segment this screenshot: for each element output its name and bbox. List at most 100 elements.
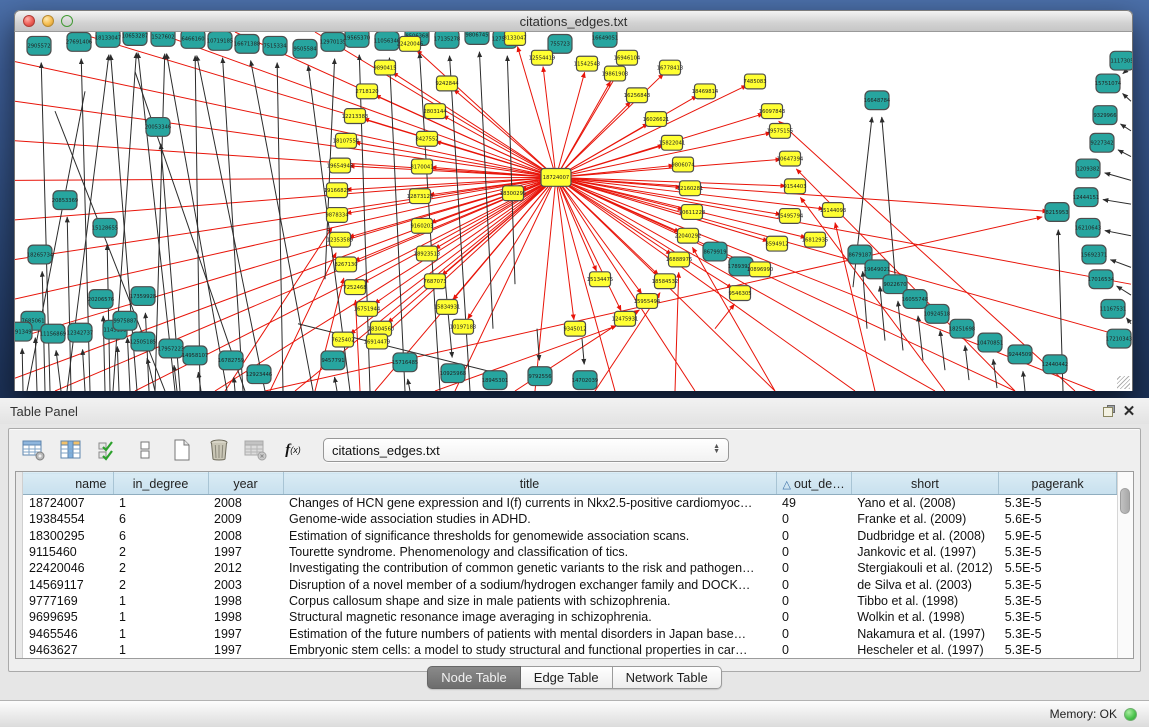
graph-node[interactable]: 16097843	[759, 104, 785, 119]
graph-node[interactable]: 9329966	[1093, 106, 1117, 125]
graph-node[interactable]: 20206576	[88, 290, 114, 309]
table-cell[interactable]: 5.3E-5	[999, 625, 1117, 641]
graph-node[interactable]: 16055748	[902, 290, 928, 309]
network-canvas[interactable]: 2905572276914061813304710653287152760264…	[14, 32, 1133, 391]
table-cell[interactable]: 18724007	[23, 495, 113, 512]
graph-node[interactable]: 1117305	[1110, 51, 1132, 70]
graph-node[interactable]: 1527602	[151, 32, 175, 46]
graph-node[interactable]: 7625402	[331, 332, 354, 347]
table-selector-dropdown[interactable]: citations_edges.txt ▲▼	[323, 438, 729, 462]
function-builder-icon[interactable]: f(x)	[280, 437, 306, 463]
table-cell[interactable]: 0	[776, 576, 851, 592]
graph-node[interactable]: 18265734	[27, 245, 53, 264]
graph-node[interactable]: 15692371	[1081, 245, 1107, 264]
graph-node[interactable]: 2718120	[355, 84, 378, 99]
graph-node[interactable]: 7687073	[423, 274, 446, 289]
graph-node[interactable]: 16026621	[643, 112, 669, 127]
tab-edge-table[interactable]: Edge Table	[521, 666, 613, 689]
graph-node[interactable]: 18469814	[692, 84, 718, 99]
delete-columns-icon[interactable]	[243, 437, 269, 463]
graph-node[interactable]: 15144093	[820, 203, 846, 218]
graph-node[interactable]: 15751074	[1095, 74, 1121, 93]
graph-node[interactable]: 9806074	[671, 157, 694, 172]
graph-node[interactable]: 15822041	[659, 135, 685, 150]
row-height-icon[interactable]	[132, 437, 158, 463]
graph-node[interactable]: 9806745	[465, 32, 489, 44]
table-cell[interactable]: Franke et al. (2009)	[851, 511, 999, 527]
graph-node[interactable]: 22040292	[675, 228, 701, 243]
graph-node[interactable]: 10470851	[977, 333, 1003, 352]
graph-node[interactable]: 12923446	[246, 365, 272, 384]
graph-node[interactable]: 11542543	[574, 56, 600, 71]
graph-node[interactable]: 9878334	[325, 208, 348, 223]
table-cell[interactable]: 18300295	[23, 528, 113, 544]
graph-node[interactable]: 19861903	[602, 66, 628, 81]
graph-node[interactable]: 19166825	[324, 183, 350, 198]
graph-node[interactable]: 10197183	[450, 319, 476, 334]
graph-node[interactable]: 18300295	[500, 186, 526, 201]
graph-node[interactable]: 7485083	[743, 74, 766, 89]
graph-node[interactable]: 9022670	[883, 275, 907, 294]
graph-node[interactable]: 8133047	[503, 32, 526, 45]
table-cell[interactable]: Yano et al. (2008)	[851, 495, 999, 512]
graph-node[interactable]: 8594912	[765, 236, 788, 251]
graph-node[interactable]: 12353589	[327, 232, 353, 247]
table-row[interactable]: 946554611997Estimation of the future num…	[23, 625, 1117, 641]
new-table-icon[interactable]	[169, 437, 195, 463]
column-header-in-degree[interactable]: in_degree	[113, 473, 208, 495]
minimize-window-button[interactable]	[42, 15, 54, 27]
table-row[interactable]: 1456911722003Disruption of a novel membe…	[23, 576, 1117, 592]
graph-node[interactable]: 9154403	[783, 179, 806, 194]
table-cell[interactable]: 0	[776, 560, 851, 576]
graph-node[interactable]: 16782759	[218, 351, 244, 370]
graph-node[interactable]: 9890415	[373, 60, 396, 75]
graph-node[interactable]: 8170041	[410, 159, 433, 174]
table-cell[interactable]: 0	[776, 625, 851, 641]
graph-node[interactable]: 9546305	[728, 286, 751, 301]
graph-node[interactable]: 12554419	[529, 50, 555, 65]
graph-node[interactable]: 9244509	[1008, 345, 1032, 364]
table-cell[interactable]: 1	[113, 642, 208, 658]
graph-node[interactable]: 10647394	[777, 151, 803, 166]
select-rows-icon[interactable]	[95, 437, 121, 463]
table-cell[interactable]: 5.6E-5	[999, 511, 1117, 527]
close-window-button[interactable]	[23, 15, 35, 27]
graph-node[interactable]: 10653287	[122, 32, 148, 45]
table-options-icon[interactable]	[21, 437, 47, 463]
table-cell[interactable]: Embryonic stem cells: a model to study s…	[283, 642, 776, 658]
graph-node[interactable]: 12440442	[1042, 355, 1068, 374]
graph-node[interactable]: 12444151	[1073, 188, 1099, 207]
graph-node[interactable]: 2391349	[15, 322, 32, 341]
graph-hub-node[interactable]: 18724007	[541, 168, 571, 186]
graph-node[interactable]: 18945301	[482, 371, 508, 390]
table-row[interactable]: 2242004622012Investigating the contribut…	[23, 560, 1117, 576]
graph-node[interactable]: 11156869	[40, 324, 66, 343]
graph-node[interactable]: 12475931	[612, 311, 638, 326]
table-cell[interactable]: 2	[113, 544, 208, 560]
table-cell[interactable]: 2	[113, 560, 208, 576]
node-table[interactable]: name in_degree year title △out_de… short…	[23, 472, 1117, 658]
zoom-window-button[interactable]	[61, 15, 73, 27]
graph-node[interactable]: 9242844	[435, 76, 458, 91]
graph-node[interactable]: 19654943	[327, 158, 353, 173]
table-cell[interactable]: 6	[113, 511, 208, 527]
table-cell[interactable]: 1	[113, 609, 208, 625]
table-cell[interactable]: de Silva et al. (2003)	[851, 576, 999, 592]
table-cell[interactable]: Tourette syndrome. Phenomenology and cla…	[283, 544, 776, 560]
graph-node[interactable]: 17359928	[130, 287, 156, 306]
table-cell[interactable]: 0	[776, 593, 851, 609]
table-cell[interactable]: Wolkin et al. (1998)	[851, 609, 999, 625]
column-header-name[interactable]: name	[23, 473, 113, 495]
table-row[interactable]: 1938455462009Genome-wide association stu…	[23, 511, 1117, 527]
graph-node[interactable]: 15834931	[434, 300, 460, 315]
table-cell[interactable]: 2009	[208, 511, 283, 527]
graph-node[interactable]: 15716485	[392, 353, 418, 372]
table-cell[interactable]: Investigating the contribution of common…	[283, 560, 776, 576]
table-cell[interactable]: 2012	[208, 560, 283, 576]
table-cell[interactable]: Estimation of the future numbers of pati…	[283, 625, 776, 641]
graph-node[interactable]: 15955494	[634, 294, 660, 309]
table-cell[interactable]: Corpus callosum shape and size in male p…	[283, 593, 776, 609]
graph-node[interactable]: 16648784	[864, 91, 890, 110]
column-header-out-degree[interactable]: △out_de…	[776, 473, 851, 495]
graph-node[interactable]: 9227342	[1090, 133, 1114, 152]
